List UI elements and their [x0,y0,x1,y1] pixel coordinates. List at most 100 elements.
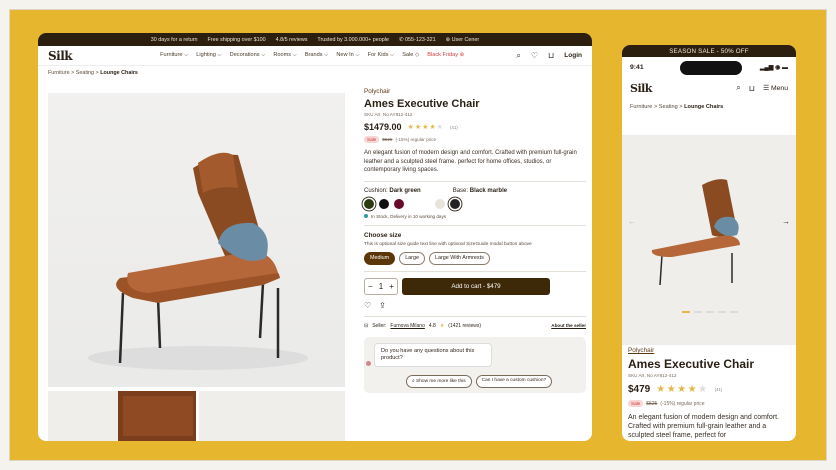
product-price: $1479.00 [364,122,402,132]
status-time: 9:41 [630,63,644,71]
nav-brands[interactable]: Brands ⌵ [305,52,329,59]
heart-icon[interactable]: ♡ [531,51,538,60]
mobile-brand[interactable]: Polychair [628,347,792,354]
logo[interactable]: Silk [48,49,108,63]
cushion-option: Cushion: Dark green [364,187,421,194]
plus-icon: + [389,281,394,291]
mobile-window: SEASON SALE - 50% OFF 9:41 ▂▄▆ ◉ ▬ Silk … [622,45,796,441]
mobile-search-icon[interactable]: ⌕ [736,83,740,93]
thumbnail-1[interactable] [48,391,196,441]
swatch-black[interactable] [379,198,389,209]
mobile-sale-bar: SEASON SALE - 50% OFF [622,45,796,57]
product-brand[interactable]: Polychair [364,88,586,95]
promo-user-center[interactable]: ⊛ User Cener [446,37,480,43]
rating-count[interactable]: (41) [450,125,458,130]
about-seller-link[interactable]: About the seller [551,323,586,328]
custom-cushion-button[interactable]: Can I have a custom cushion? [475,374,553,388]
swatch-burgundy[interactable] [394,198,404,209]
size-large[interactable]: Large [399,251,425,265]
product-info: Polychair Ames Executive Chair SKU Art. … [364,88,586,393]
nav-lighting[interactable]: Lighting ⌵ [196,52,221,59]
mobile-title: Ames Executive Chair [628,357,755,371]
mobile-rating-count[interactable]: (41) [715,387,723,392]
breadcrumb: Furniture > Seating > Lounge Chairs [48,70,138,76]
nav-for-kids[interactable]: For Kids ⌵ [368,52,395,59]
quantity-stepper[interactable]: −1 + [364,277,398,295]
seller-row: ⊟ Seller: Furnova Milano 4.8 ★ (1421 revi… [364,322,586,329]
phone-number: 055-123-321 [405,36,436,43]
mobile-breadcrumb: Furniture > Seating > Lounge Chairs [630,104,724,110]
nav-black-friday[interactable]: Black Friday ⊛ [427,52,464,59]
assistant-avatar [366,360,371,366]
size-large-armrests[interactable]: Large With Armrests [428,251,490,265]
status-bar: 9:41 ▂▄▆ ◉ ▬ [622,57,796,77]
product-description: An elegant fusion of modern design and c… [364,150,577,174]
phone-icon: ✆ [399,36,404,43]
mobile-sale-badge: Sale [628,400,644,407]
user-center-label: User Cener [451,36,480,43]
mobile-old-price: $525 [646,400,658,407]
rating-stars: ★★★★★ [407,124,444,131]
mobile-product-info: Polychair Ames Executive Chair SKU Art. … [628,347,792,440]
promo-reviews: 4.8/5 reviews [275,36,308,43]
crumb-seating[interactable]: Seating [76,70,94,76]
share-icon[interactable]: ⇪ [379,301,386,310]
promo-shipping: Free shipping over $100 [207,36,266,43]
mobile-sku: SKU Art. No AY812-412 [628,373,677,378]
assistant-panel: Do you have any questions about this pro… [364,336,586,393]
promo-bar: 30 days for a return Free shipping over … [38,33,592,46]
mobile-cart-icon[interactable]: ⊔ [749,84,755,93]
size-medium[interactable]: Medium [364,251,396,265]
chair-detail-illustration [118,391,196,441]
nav-furniture[interactable]: Furniture ⌵ [160,52,188,59]
thumbnail-2[interactable] [199,391,345,441]
nav-sale[interactable]: Sale ◇ [402,52,419,59]
add-to-cart-button[interactable]: Add to cart - $479 [402,277,550,295]
swatch-black-marble[interactable] [450,198,460,209]
swatch-dark-green[interactable] [364,198,374,209]
size-title: Choose size [364,231,402,239]
signal-icon: ▂▄▆ ◉ ▬ [759,64,788,71]
main-nav: Silk Furniture ⌵ Lighting ⌵ Decorations … [38,46,592,66]
promo-phone[interactable]: ✆ 055-123-321 [399,37,436,43]
size-subtitle: This is optional size guide text line wi… [364,241,532,247]
menu-button[interactable]: ☰ Menu [763,84,788,92]
search-icon[interactable]: ⌕ [516,51,520,61]
prev-arrow-icon[interactable]: ← [628,217,636,226]
nav-decorations[interactable]: Decorations ⌵ [230,52,266,59]
assistant-question: Do you have any questions about this pro… [374,342,492,367]
mobile-logo[interactable]: Silk [630,82,652,95]
dynamic-island [680,61,742,75]
show-more-button[interactable]: ⌕ Show me more like this [406,374,472,388]
carousel-dots[interactable] [682,311,738,313]
stock-status: In Stock, Delivery in 10 working days [364,214,586,219]
nav-new-in[interactable]: New In ⌵ [336,52,359,59]
discount-text: (-15%) regular price [395,137,437,142]
wishlist-icon[interactable]: ♡ [364,301,371,310]
sale-badge: Sale [364,136,380,143]
login-link[interactable]: Login [564,52,582,59]
desktop-window: 30 days for a return Free shipping over … [38,33,592,441]
crumb-current: Lounge Chairs [100,70,138,76]
promo-returns: 30 days for a return [150,36,198,43]
mobile-discount: (-15%) regular price [660,400,705,407]
mobile-chair-illustration [651,179,740,286]
mobile-rating-stars: ★★★★★ [656,384,709,395]
mobile-price: $479 [628,384,651,395]
base-option: Base: Black marble [452,187,508,194]
product-image[interactable] [48,93,345,387]
mobile-nav: Silk ⌕ ⊔ ☰ Menu [622,77,796,99]
nav-rooms[interactable]: Rooms ⌵ [273,52,297,59]
tag-icon: ◇ [414,52,420,58]
cart-icon[interactable]: ⊔ [548,51,554,60]
mobile-description: An elegant fusion of modern design and c… [628,414,779,439]
minus-icon: − [368,281,373,291]
swatch-white-marble[interactable] [435,198,445,209]
mobile-product-image[interactable] [622,135,796,345]
old-price: $525 [382,137,393,142]
promo-trusted: Trusted by 3.000.000+ people [317,36,390,43]
seller-name[interactable]: Furnova Milano [390,323,424,329]
crumb-furniture[interactable]: Furniture [48,70,70,76]
next-arrow-icon[interactable]: → [782,217,790,226]
store-icon: ⊟ [364,322,369,329]
